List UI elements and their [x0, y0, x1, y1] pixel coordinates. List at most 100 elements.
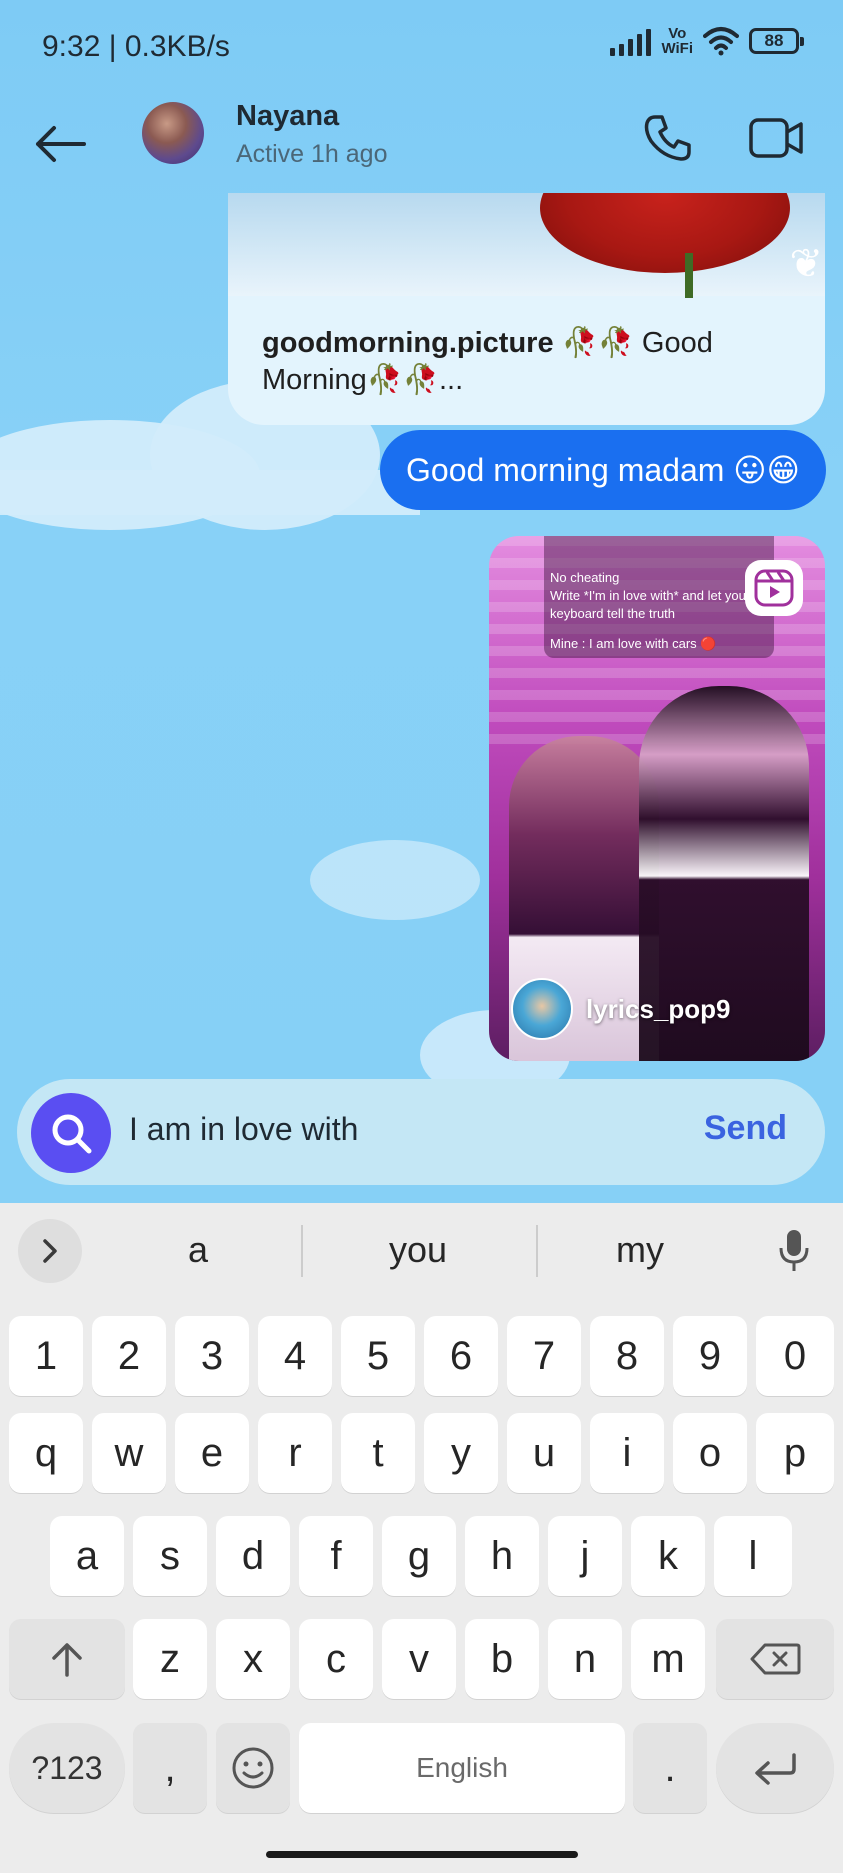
suggestion-item[interactable]: you	[338, 1229, 498, 1271]
chat-background: 9:32 | 0.3KB/s Vo WiFi 88 Nayana Active …	[0, 0, 843, 1203]
comma-key[interactable]: ,	[133, 1723, 207, 1813]
key-b[interactable]: b	[465, 1619, 539, 1699]
key-6[interactable]: 6	[424, 1316, 498, 1396]
chevron-right-icon	[43, 1239, 57, 1263]
backspace-key[interactable]	[716, 1619, 834, 1699]
key-4[interactable]: 4	[258, 1316, 332, 1396]
battery-level: 88	[764, 31, 784, 50]
suggestion-item[interactable]: my	[560, 1229, 720, 1271]
reel-note-line: No cheating	[550, 570, 620, 585]
symbols-key[interactable]: ?123	[9, 1723, 125, 1813]
key-m[interactable]: m	[631, 1619, 705, 1699]
key-k[interactable]: k	[631, 1516, 705, 1596]
home-indicator[interactable]	[266, 1851, 578, 1858]
battery-icon: 88	[749, 28, 804, 54]
reel-overlay-note: No cheating Write *I'm in love with* and…	[544, 536, 774, 658]
reels-icon	[745, 560, 803, 616]
key-t[interactable]: t	[341, 1413, 415, 1493]
period-key[interactable]: .	[633, 1723, 707, 1813]
emoji-key[interactable]	[216, 1723, 290, 1813]
key-u[interactable]: u	[507, 1413, 581, 1493]
contact-status: Active 1h ago	[236, 140, 388, 168]
backspace-icon	[750, 1643, 801, 1675]
vowifi-icon: Vo WiFi	[661, 26, 693, 56]
wifi-icon	[703, 27, 739, 56]
contact-name[interactable]: Nayana	[236, 100, 339, 133]
key-r[interactable]: r	[258, 1413, 332, 1493]
reel-author-avatar	[511, 978, 573, 1040]
search-icon	[52, 1114, 92, 1154]
key-7[interactable]: 7	[507, 1316, 581, 1396]
enter-key[interactable]	[716, 1723, 834, 1813]
status-icons: Vo WiFi 88	[610, 26, 804, 56]
vowifi-label-top: Vo	[668, 25, 687, 42]
key-5[interactable]: 5	[341, 1316, 415, 1396]
video-call-button[interactable]	[744, 106, 808, 170]
key-c[interactable]: c	[299, 1619, 373, 1699]
search-button[interactable]	[31, 1093, 111, 1173]
message-composer: I am in love with Send	[17, 1079, 825, 1185]
key-s[interactable]: s	[133, 1516, 207, 1596]
key-d[interactable]: d	[216, 1516, 290, 1596]
post-caption: goodmorning.picture 🥀🥀 Good Morning🥀🥀...	[262, 325, 802, 399]
status-time: 9:32 | 0.3KB/s	[42, 30, 230, 63]
flower-image	[540, 193, 790, 273]
keyboard: a you my 1 2 3 4 5 6 7 8 9 0 q w e r t y…	[0, 1203, 843, 1873]
reel-note-line: Write *I'm in love with* and let your	[550, 588, 751, 603]
key-8[interactable]: 8	[590, 1316, 664, 1396]
key-9[interactable]: 9	[673, 1316, 747, 1396]
key-3[interactable]: 3	[175, 1316, 249, 1396]
key-w[interactable]: w	[92, 1413, 166, 1493]
key-j[interactable]: j	[548, 1516, 622, 1596]
key-a[interactable]: a	[50, 1516, 124, 1596]
key-z[interactable]: z	[133, 1619, 207, 1699]
key-f[interactable]: f	[299, 1516, 373, 1596]
toolbar-expand-button[interactable]	[18, 1219, 82, 1283]
signal-icon	[610, 26, 652, 56]
key-y[interactable]: y	[424, 1413, 498, 1493]
video-camera-icon	[749, 118, 803, 158]
suggestion-bar: a you my	[0, 1203, 843, 1299]
key-v[interactable]: v	[382, 1619, 456, 1699]
microphone-icon	[779, 1230, 809, 1271]
reel-author: lyrics_pop9	[586, 994, 731, 1024]
key-x[interactable]: x	[216, 1619, 290, 1699]
reel-note-line: Mine : I am love with cars 🔴	[550, 636, 717, 651]
arrow-left-icon	[36, 126, 86, 162]
key-e[interactable]: e	[175, 1413, 249, 1493]
suggestion-item[interactable]: a	[118, 1229, 278, 1271]
sent-message-text: Good morning madam 😛😁	[406, 452, 800, 488]
contact-avatar[interactable]	[142, 102, 204, 164]
voice-input-button[interactable]	[764, 1221, 824, 1281]
key-1[interactable]: 1	[9, 1316, 83, 1396]
key-0[interactable]: 0	[756, 1316, 834, 1396]
key-2[interactable]: 2	[92, 1316, 166, 1396]
space-key[interactable]: English	[299, 1723, 625, 1813]
key-n[interactable]: n	[548, 1619, 622, 1699]
reel-note-line	[550, 624, 766, 634]
cloud-decoration	[310, 840, 480, 920]
chat-header: Nayana Active 1h ago	[0, 96, 843, 196]
key-p[interactable]: p	[756, 1413, 834, 1493]
key-h[interactable]: h	[465, 1516, 539, 1596]
key-i[interactable]: i	[590, 1413, 664, 1493]
shift-key[interactable]	[9, 1619, 125, 1699]
smiley-icon	[232, 1747, 274, 1789]
reel-note-line: keyboard tell the truth	[550, 606, 676, 621]
voice-call-button[interactable]	[636, 106, 700, 170]
phone-icon	[644, 115, 691, 161]
post-account: goodmorning.picture	[262, 327, 554, 359]
cloud-decoration	[0, 470, 420, 515]
back-button[interactable]	[30, 114, 90, 174]
key-o[interactable]: o	[673, 1413, 747, 1493]
key-l[interactable]: l	[714, 1516, 792, 1596]
shared-post-card[interactable]: ❦ goodmorning.picture 🥀🥀 Good Morning🥀🥀.…	[228, 193, 825, 425]
sent-message-bubble[interactable]: Good morning madam 😛😁	[380, 430, 826, 510]
send-button[interactable]: Send	[704, 1109, 787, 1148]
message-input[interactable]: I am in love with	[129, 1111, 358, 1148]
key-q[interactable]: q	[9, 1413, 83, 1493]
key-g[interactable]: g	[382, 1516, 456, 1596]
arrow-up-icon	[52, 1643, 82, 1677]
vowifi-label-bottom: WiFi	[661, 40, 693, 57]
shared-reel[interactable]: No cheating Write *I'm in love with* and…	[489, 536, 825, 1061]
